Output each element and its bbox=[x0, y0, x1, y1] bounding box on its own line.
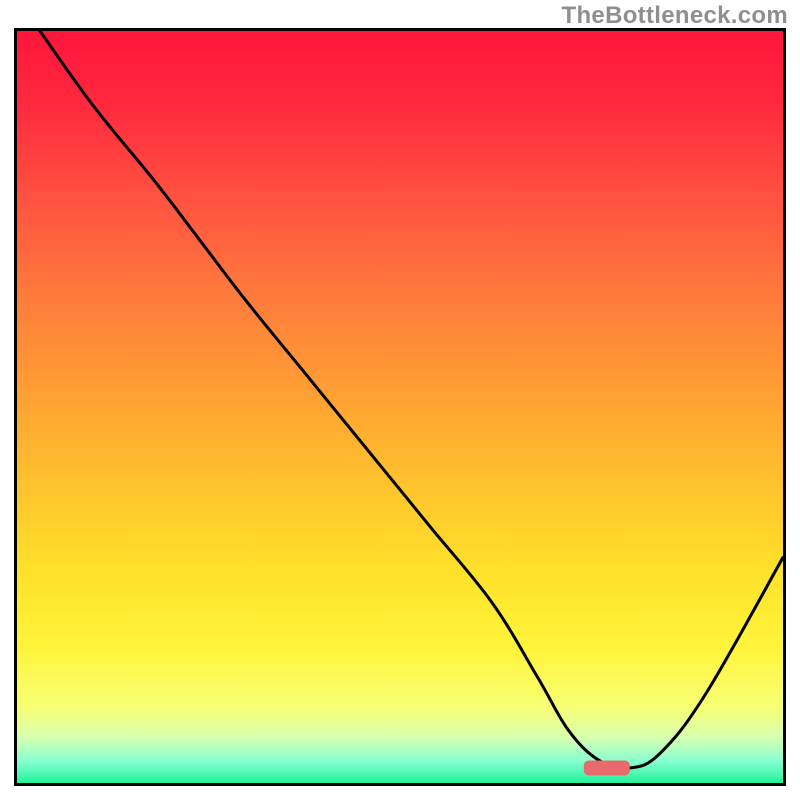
watermark-text: TheBottleneck.com bbox=[562, 2, 788, 30]
bottleneck-chart bbox=[14, 28, 786, 786]
gradient-background bbox=[17, 31, 783, 783]
optimal-marker bbox=[584, 760, 630, 775]
chart-stage: TheBottleneck.com bbox=[0, 0, 800, 800]
plot-area bbox=[14, 28, 786, 786]
